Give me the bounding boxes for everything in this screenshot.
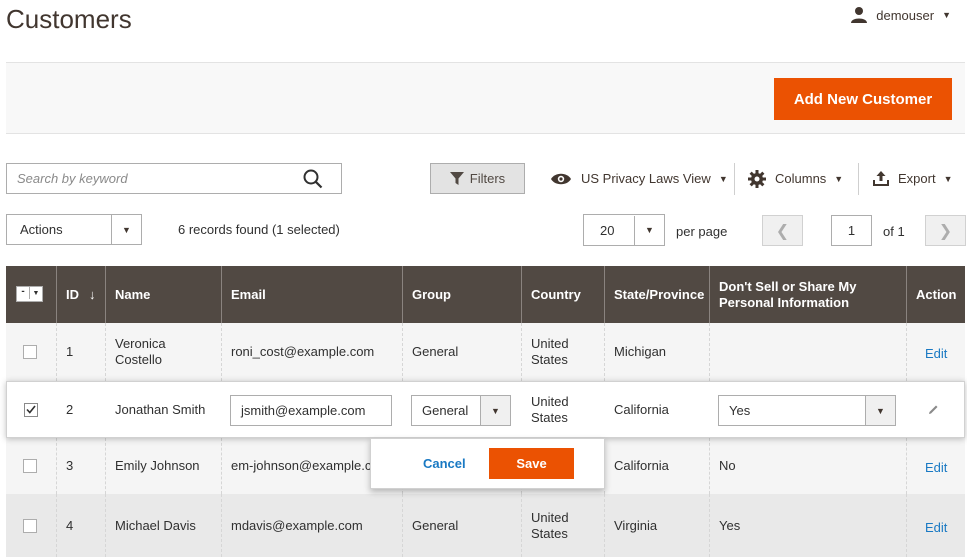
cell-state: Virginia — [604, 494, 709, 557]
row-checkbox[interactable] — [23, 459, 37, 473]
cancel-button[interactable]: Cancel — [423, 456, 466, 471]
edit-link[interactable]: Edit — [925, 460, 947, 476]
row-checkbox[interactable] — [23, 518, 37, 533]
chevron-down-icon: ▼ — [942, 10, 951, 20]
cell-country: United States — [521, 323, 604, 381]
table-row: 4 Michael Davis mdavis@example.com Gener… — [6, 494, 965, 557]
cell-dont-sell: Yes — [709, 494, 906, 557]
column-header-id[interactable]: ID ↓ — [56, 266, 105, 323]
edit-link[interactable]: Edit — [925, 346, 947, 362]
filters-button[interactable]: Filters — [430, 163, 525, 194]
add-new-customer-button[interactable]: Add New Customer — [774, 78, 952, 120]
page-count: of 1 — [883, 224, 905, 239]
edit-link[interactable]: Edit — [925, 520, 947, 536]
search-input[interactable] — [7, 164, 307, 193]
chevron-left-icon: ❮ — [775, 222, 790, 240]
chevron-down-icon: ▼ — [834, 173, 844, 184]
page-number-input[interactable]: 1 — [831, 215, 872, 246]
view-label: US Privacy Laws View — [581, 171, 711, 186]
eye-icon — [551, 173, 571, 184]
funnel-icon — [449, 172, 464, 185]
row-checkbox-checked[interactable] — [24, 402, 38, 417]
cell-id: 2 — [66, 401, 74, 417]
per-page-select[interactable]: 20 ▼ — [583, 214, 665, 246]
chevron-down-icon: ▼ — [480, 396, 510, 425]
search-box — [6, 163, 342, 194]
per-page-label: per page — [676, 224, 728, 239]
column-header-group[interactable]: Group — [402, 266, 521, 323]
dont-sell-select[interactable]: Yes ▼ — [718, 395, 896, 426]
chevron-down-icon[interactable]: ▼ — [111, 215, 141, 244]
mass-select-dropdown[interactable]: - ▼ — [16, 286, 43, 302]
group-select-value: General — [422, 403, 469, 418]
column-header-action: Action — [906, 266, 965, 323]
checkmark-icon — [26, 405, 36, 414]
next-page-button[interactable]: ❯ — [925, 215, 966, 246]
cell-name: Jonathan Smith — [115, 401, 206, 417]
chevron-down-icon: ▼ — [718, 173, 728, 184]
actions-label: Actions — [20, 222, 63, 237]
toolbar-divider — [858, 163, 859, 195]
mass-select-header: - ▼ — [6, 266, 56, 323]
cell-country: United States — [521, 494, 604, 557]
email-field[interactable]: jsmith@example.com — [230, 395, 392, 426]
column-header-country[interactable]: Country — [521, 266, 604, 323]
cell-state: Michigan — [604, 323, 709, 381]
user-icon — [851, 7, 868, 23]
gear-icon — [748, 169, 766, 188]
filters-label: Filters — [469, 171, 506, 186]
chevron-down-icon: ▼ — [865, 396, 895, 425]
pencil-icon[interactable] — [927, 404, 939, 416]
cell-email: roni_cost@example.com — [221, 323, 402, 381]
columns-dropdown[interactable]: Columns ▼ — [748, 163, 843, 194]
cell-name: Michael Davis — [105, 494, 221, 557]
table-row: 1 Veronica Costello roni_cost@example.co… — [6, 323, 965, 381]
user-name: demouser — [876, 7, 935, 23]
chevron-right-icon: ❯ — [938, 222, 953, 240]
column-header-dont-sell[interactable]: Don't Sell or Share My Personal Informat… — [709, 266, 906, 323]
export-label: Export — [898, 171, 936, 186]
cell-dont-sell — [709, 323, 906, 381]
per-page-value: 20 — [600, 222, 615, 238]
sort-down-icon: ↓ — [89, 287, 96, 302]
table-header: - ▼ ID ↓ Name Email Group Country State/… — [6, 266, 965, 323]
inline-edit-actions: Cancel Save — [370, 438, 605, 489]
mass-actions-dropdown[interactable]: Actions ▼ — [6, 214, 142, 245]
row-checkbox[interactable] — [23, 345, 37, 359]
chevron-down-icon: ▼ — [943, 173, 953, 184]
chevron-down-icon: ▼ — [32, 290, 40, 297]
cell-id: 1 — [56, 323, 105, 381]
export-dropdown[interactable]: Export ▼ — [873, 163, 953, 194]
group-select[interactable]: General ▼ — [411, 395, 511, 426]
inline-edit-row: 2 Jonathan Smith jsmith@example.com Gene… — [6, 381, 965, 438]
cell-id: 3 — [56, 438, 105, 494]
records-count: 6 records found (1 selected) — [178, 222, 340, 237]
cell-email: mdavis@example.com — [221, 494, 402, 557]
user-menu[interactable]: demouser ▼ — [850, 6, 951, 24]
export-icon — [873, 171, 889, 186]
cell-state: California — [614, 401, 669, 417]
view-dropdown[interactable]: US Privacy Laws View ▼ — [550, 163, 728, 194]
page-title: Customers — [6, 4, 132, 34]
dont-sell-select-value: Yes — [729, 403, 751, 418]
column-header-email[interactable]: Email — [221, 266, 402, 323]
cell-group: General — [402, 494, 521, 557]
save-button[interactable]: Save — [489, 448, 574, 479]
previous-page-button[interactable]: ❮ — [762, 215, 803, 246]
column-header-state[interactable]: State/Province — [604, 266, 709, 323]
email-field-value: jsmith@example.com — [241, 403, 366, 418]
toolbar-divider — [734, 163, 735, 195]
cell-name: Emily Johnson — [105, 438, 221, 494]
cell-name: Veronica Costello — [105, 323, 221, 381]
cell-group: General — [402, 323, 521, 381]
cell-state: California — [604, 438, 709, 494]
columns-label: Columns — [775, 171, 827, 186]
cell-id: 4 — [56, 494, 105, 557]
cell-dont-sell: No — [709, 438, 906, 494]
cell-country: United States — [531, 393, 569, 425]
chevron-down-icon[interactable]: ▼ — [634, 215, 664, 245]
column-header-name[interactable]: Name — [105, 266, 221, 323]
search-icon[interactable] — [303, 169, 323, 189]
